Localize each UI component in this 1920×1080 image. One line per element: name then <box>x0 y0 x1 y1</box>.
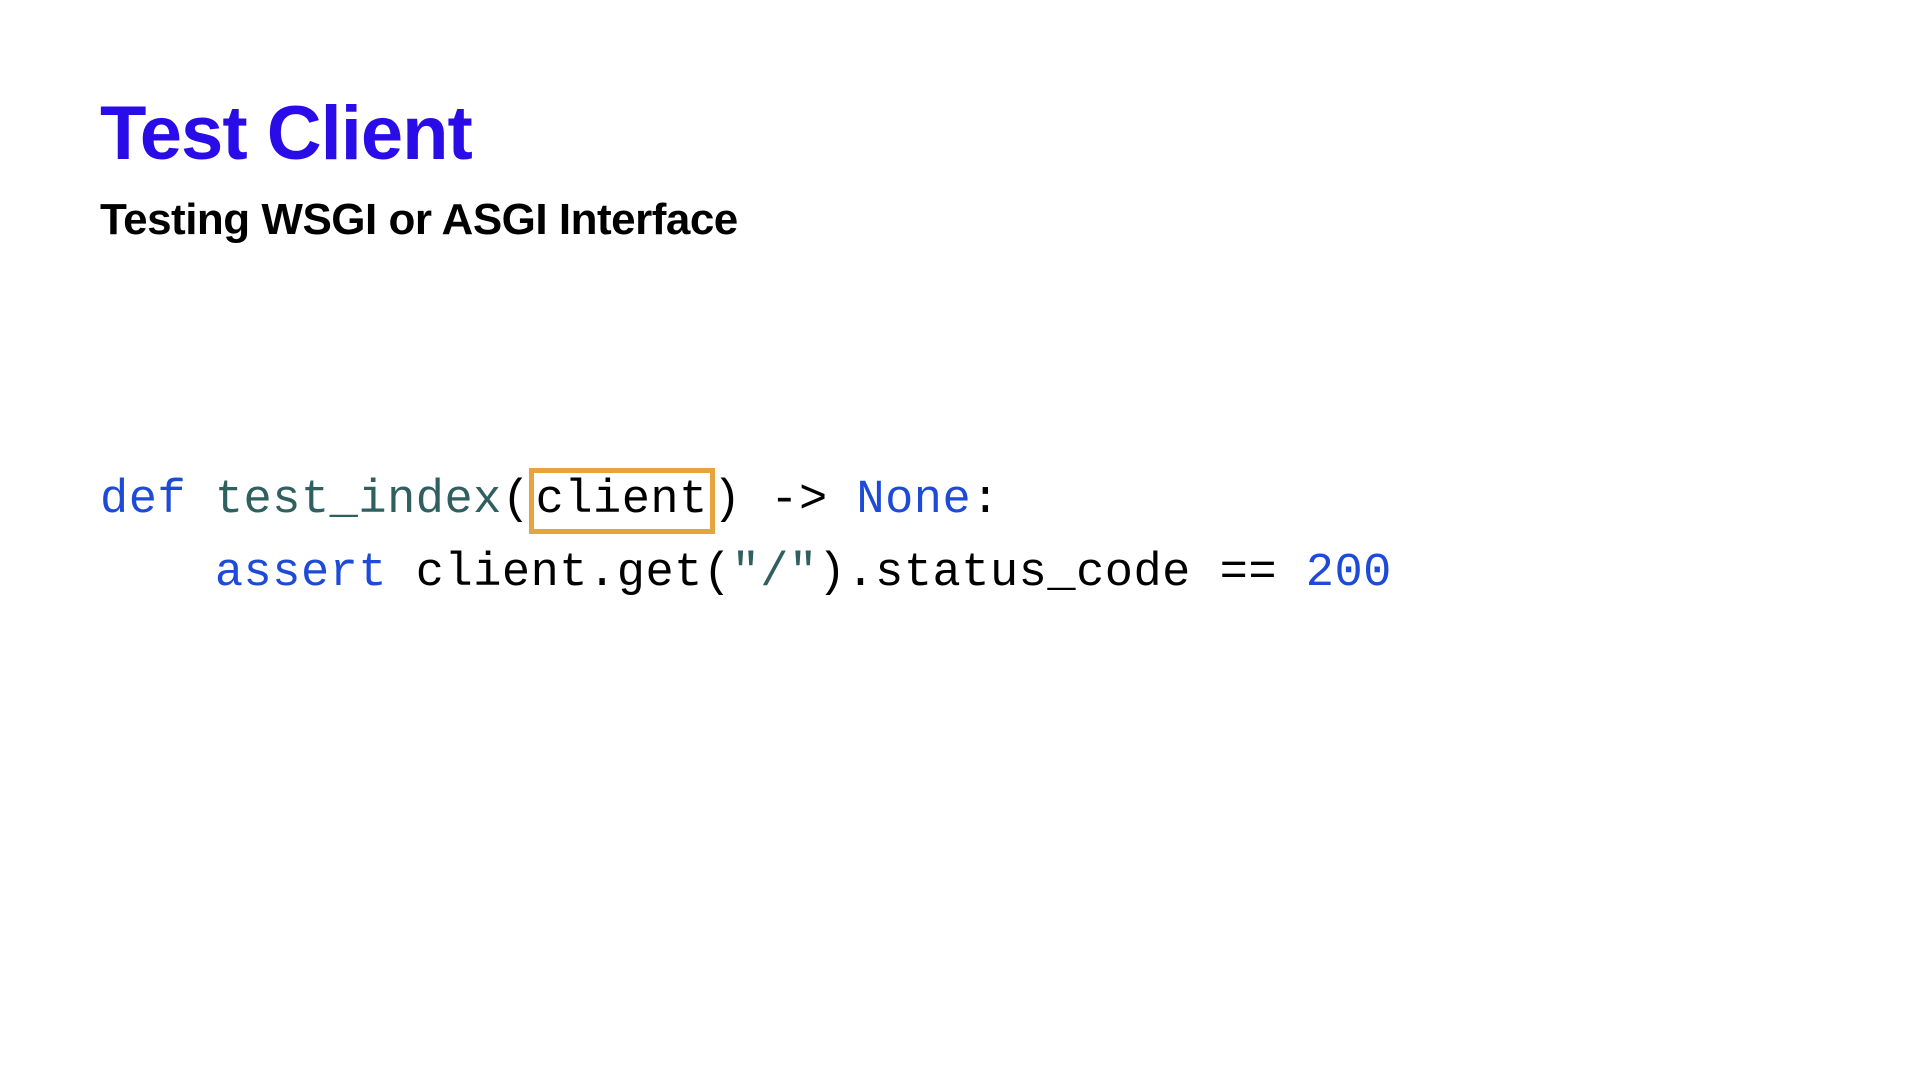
highlighted-param: client <box>529 468 715 534</box>
arrow: -> <box>742 474 857 527</box>
space <box>387 547 416 600</box>
attr-status-code: status_code <box>875 547 1191 600</box>
indent <box>100 547 215 600</box>
operator-eq: == <box>1191 547 1306 600</box>
colon: : <box>971 474 1000 527</box>
code-block: def test_index(client) -> None: assert c… <box>100 465 1820 611</box>
param-client: client <box>536 474 708 527</box>
function-name: test_index <box>215 474 502 527</box>
paren-close-2: ) <box>818 547 847 600</box>
paren-close: ) <box>713 474 742 527</box>
paren-open: ( <box>502 474 531 527</box>
string-arg: "/" <box>732 547 818 600</box>
paren-open-2: ( <box>703 547 732 600</box>
keyword-assert: assert <box>215 547 387 600</box>
slide-title: Test Client <box>100 90 1820 177</box>
dot-2: . <box>846 547 875 600</box>
method-get: get <box>617 547 703 600</box>
number-200: 200 <box>1306 547 1392 600</box>
keyword-def: def <box>100 474 186 527</box>
slide-subtitle: Testing WSGI or ASGI Interface <box>100 195 1820 245</box>
ident-client: client <box>416 547 588 600</box>
dot: . <box>588 547 617 600</box>
return-type: None <box>856 474 971 527</box>
